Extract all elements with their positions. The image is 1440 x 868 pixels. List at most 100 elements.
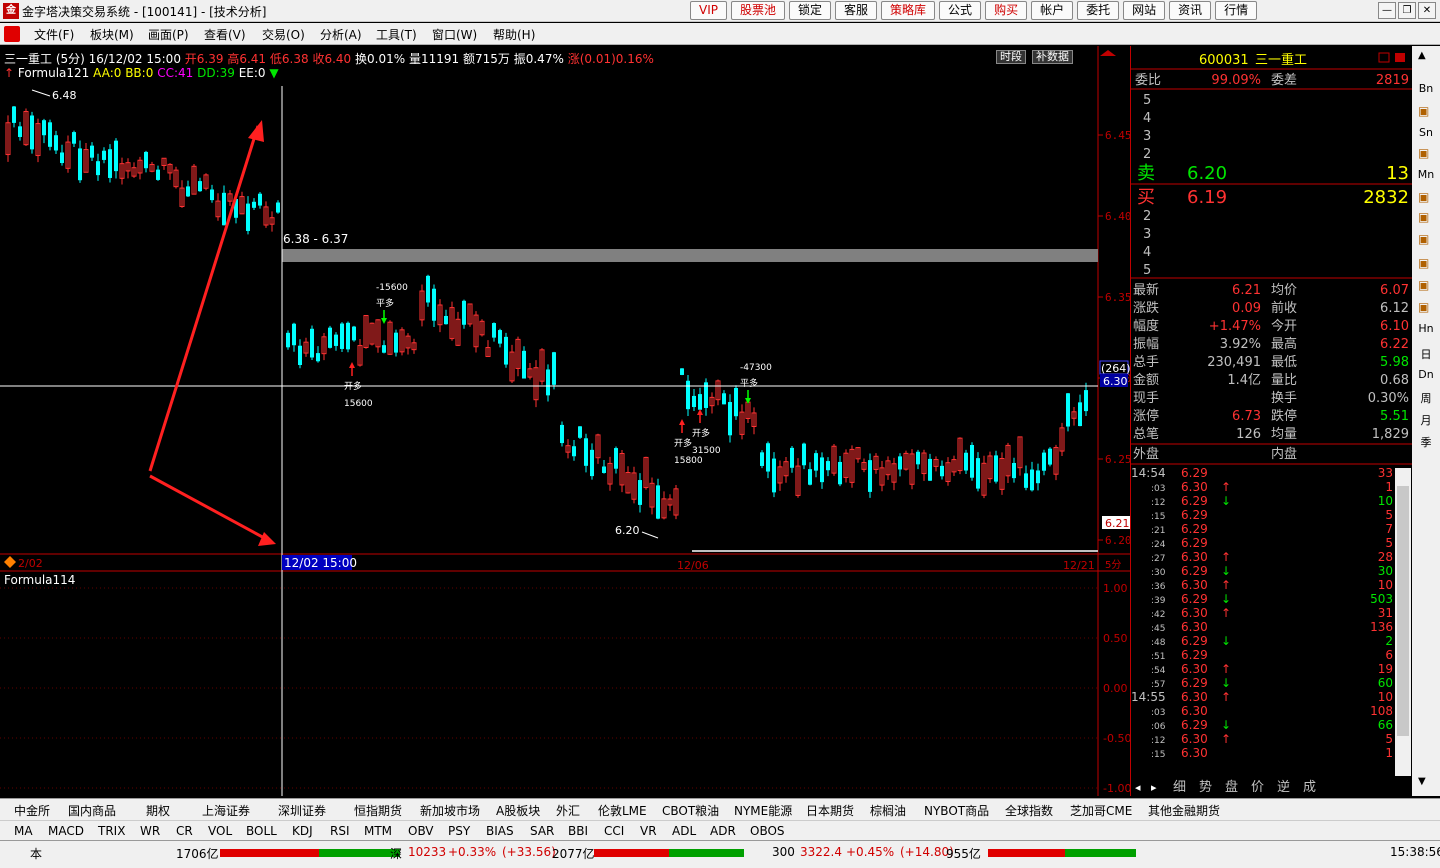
indicator-12[interactable]: BIAS xyxy=(486,824,514,838)
menu-item-7[interactable]: 窗口(W) xyxy=(432,26,477,43)
candle-body-11 xyxy=(72,132,76,144)
top-button-10[interactable]: 资讯 xyxy=(1169,1,1212,20)
menu-item-2[interactable]: 画面(P) xyxy=(148,26,189,43)
indicator-11[interactable]: PSY xyxy=(448,824,470,838)
market-tab-0[interactable]: 中金所 xyxy=(14,802,50,819)
indicator-19[interactable]: OBOS xyxy=(750,824,785,838)
indicator-8[interactable]: RSI xyxy=(330,824,350,838)
period-button[interactable]: 时段 xyxy=(996,50,1026,64)
market-tab-17[interactable]: 其他金融期货 xyxy=(1148,802,1220,819)
tick-tab-5: 成 xyxy=(1303,780,1316,795)
period-icon-5[interactable]: ▣ xyxy=(1418,256,1429,270)
indicator-6[interactable]: BOLL xyxy=(246,824,277,838)
tool-scroll-down-icon[interactable]: ▼ xyxy=(1418,776,1426,787)
fill-data-button[interactable]: 补数据 xyxy=(1032,50,1073,64)
market-tab-15[interactable]: 全球指数 xyxy=(1005,802,1053,819)
period-tool-4[interactable]: 日 xyxy=(1414,346,1438,362)
market-tab-1[interactable]: 国内商品 xyxy=(68,802,116,819)
top-button-8[interactable]: 委托 xyxy=(1077,1,1120,20)
tick-time-7: :30 xyxy=(1151,568,1166,578)
indicator-14[interactable]: BBI xyxy=(568,824,588,838)
top-button-3[interactable]: 客服 xyxy=(835,1,878,20)
menu-item-3[interactable]: 查看(V) xyxy=(204,26,246,43)
buy-level-2: 4 xyxy=(1143,245,1151,260)
menu-item-6[interactable]: 工具(T) xyxy=(376,26,417,43)
top-button-9[interactable]: 网站 xyxy=(1123,1,1166,20)
top-button-11[interactable]: 行情 xyxy=(1215,1,1258,20)
top-button-7[interactable]: 帐户 xyxy=(1031,1,1074,20)
market-tab-6[interactable]: 新加坡市场 xyxy=(420,802,480,819)
period-tool-6[interactable]: 周 xyxy=(1414,390,1438,406)
period-icon-2[interactable]: ▣ xyxy=(1418,190,1429,204)
chart-canvas[interactable]: 6.45 6.40 6.35 6.30 6.25 6.20 6.38 - 6.37 6.48 6… xyxy=(0,46,1130,796)
sub-axis-label-2: 0.00 xyxy=(1103,682,1128,695)
indicator-13[interactable]: SAR xyxy=(530,824,554,838)
period-icon-6[interactable]: ▣ xyxy=(1418,278,1429,292)
menu-item-1[interactable]: 板块(M) xyxy=(90,26,134,43)
top-button-5[interactable]: 公式 xyxy=(939,1,982,20)
market-tab-3[interactable]: 上海证券 xyxy=(202,802,250,819)
period-icon-7[interactable]: ▣ xyxy=(1418,300,1429,314)
period-icon-0[interactable]: ▣ xyxy=(1418,104,1429,118)
candle-body-168 xyxy=(1024,473,1028,488)
period-tool-8[interactable]: 季 xyxy=(1414,434,1438,450)
indicator-5[interactable]: VOL xyxy=(208,824,232,838)
indicator-3[interactable]: WR xyxy=(140,824,160,838)
period-tool-0[interactable]: Bn xyxy=(1414,82,1438,98)
market-tab-12[interactable]: 日本期货 xyxy=(806,802,854,819)
status-left[interactable]: 本 xyxy=(30,845,42,862)
tick-price-5: 6.29 xyxy=(1181,536,1208,550)
formula-name[interactable]: Formula121 xyxy=(18,66,89,80)
market-tab-10[interactable]: CBOT粮油 xyxy=(662,802,719,819)
indicator-2[interactable]: TRIX xyxy=(98,824,125,838)
top-button-1[interactable]: 股票池 xyxy=(730,1,785,20)
period-tool-5[interactable]: Dn xyxy=(1414,368,1438,384)
indicator-1[interactable]: MACD xyxy=(48,824,84,838)
quote-row-value-5: 1.4亿 xyxy=(1227,373,1261,388)
market-tab-8[interactable]: 外汇 xyxy=(556,802,580,819)
market-tab-4[interactable]: 深圳证券 xyxy=(278,802,326,819)
indicator-17[interactable]: ADL xyxy=(672,824,696,838)
market-tab-11[interactable]: NYME能源 xyxy=(734,802,792,819)
market-tab-13[interactable]: 棕榈油 xyxy=(870,802,906,819)
kline-chart[interactable]: 6.45 6.40 6.35 6.30 6.25 6.20 6.38 - 6.37 6.48 6… xyxy=(0,46,1130,796)
period-icon-4[interactable]: ▣ xyxy=(1418,232,1429,246)
market-tab-2[interactable]: 期权 xyxy=(146,802,170,819)
price-label-0: 6.45 xyxy=(1105,129,1130,142)
tick-time-12: :48 xyxy=(1151,638,1166,648)
indicator-16[interactable]: VR xyxy=(640,824,657,838)
menu-item-5[interactable]: 分析(A) xyxy=(320,26,362,43)
quote-row-label2-3: 最高 xyxy=(1271,336,1297,352)
period-tool-1[interactable]: Sn xyxy=(1414,126,1438,142)
tick-vol-3: 5 xyxy=(1385,508,1393,522)
indicator-7[interactable]: KDJ xyxy=(292,824,313,838)
indicator-10[interactable]: OBV xyxy=(408,824,434,838)
menu-item-8[interactable]: 帮助(H) xyxy=(493,26,535,43)
indicator-9[interactable]: MTM xyxy=(364,824,392,838)
indicator-18[interactable]: ADR xyxy=(710,824,736,838)
menu-item-4[interactable]: 交易(O) xyxy=(262,26,305,43)
period-icon-3[interactable]: ▣ xyxy=(1418,210,1429,224)
market-tab-14[interactable]: NYBOT商品 xyxy=(924,802,989,819)
indicator-15[interactable]: CCI xyxy=(604,824,624,838)
period-tool-2[interactable]: Mn xyxy=(1414,168,1438,184)
top-button-4[interactable]: 策略库 xyxy=(881,1,936,20)
indicator-0[interactable]: MA xyxy=(14,824,33,838)
top-button-6[interactable]: 购买 xyxy=(985,1,1028,20)
market-tab-5[interactable]: 恒指期货 xyxy=(354,802,402,819)
period-tool-3[interactable]: Hn xyxy=(1414,322,1438,338)
market-tab-7[interactable]: A股板块 xyxy=(496,802,540,819)
close-icon[interactable]: ✕ xyxy=(1418,2,1436,19)
menu-item-0[interactable]: 文件(F) xyxy=(34,26,74,43)
tool-scroll-up-icon[interactable]: ▲ xyxy=(1418,50,1426,61)
top-button-2[interactable]: 锁定 xyxy=(789,1,832,20)
top-button-0[interactable]: VIP xyxy=(690,1,727,20)
period-tool-7[interactable]: 月 xyxy=(1414,412,1438,428)
market-tab-9[interactable]: 伦敦LME xyxy=(598,802,647,819)
period-icon-1[interactable]: ▣ xyxy=(1418,146,1429,160)
market-tab-16[interactable]: 芝加哥CME xyxy=(1070,802,1132,819)
minimize-icon[interactable]: — xyxy=(1378,2,1396,19)
restore-icon[interactable]: ❐ xyxy=(1398,2,1416,19)
quote-row-value-1: 0.09 xyxy=(1232,301,1261,316)
indicator-4[interactable]: CR xyxy=(176,824,193,838)
